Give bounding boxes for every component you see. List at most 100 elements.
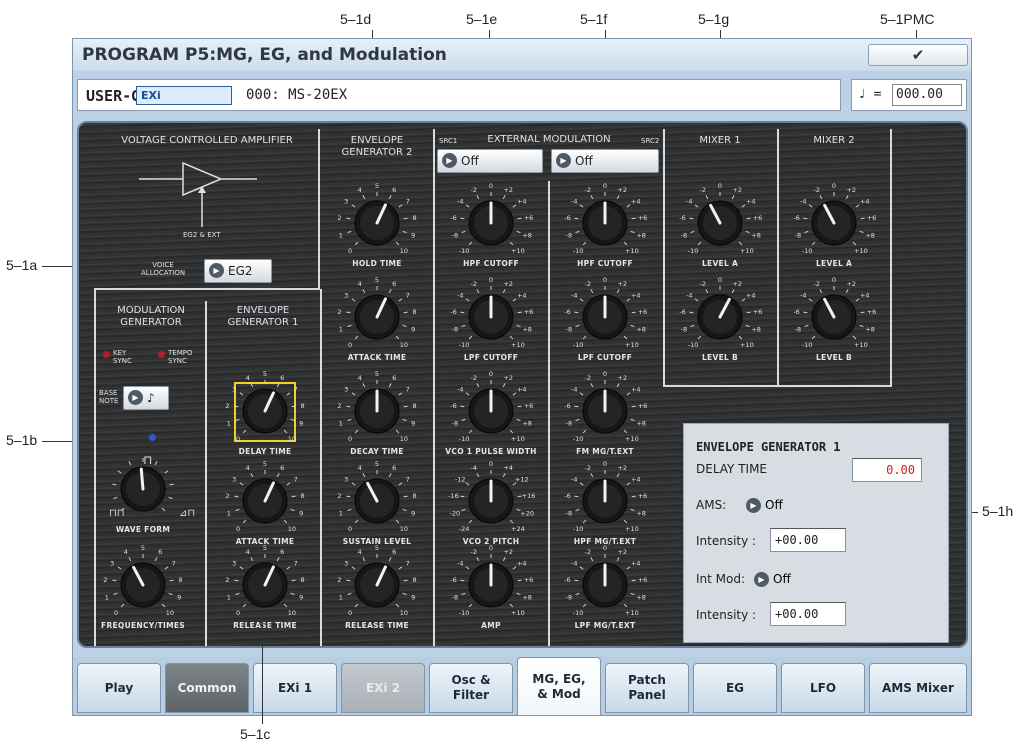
extmod-lpf-mg-label: LPF MG/T.EXT — [574, 621, 636, 630]
svg-text:-6: -6 — [564, 402, 570, 410]
svg-text:3: 3 — [110, 560, 114, 568]
eg2-attack-knob[interactable]: 012345678910 — [333, 273, 421, 361]
intmod-popup[interactable]: ▶ Off — [754, 568, 814, 590]
extmod-vco1-pw-knob[interactable]: -10-8 -6-4 -2 0 +2 +4 +6 +8 +10 — [447, 367, 535, 455]
svg-text:6: 6 — [392, 186, 396, 194]
eg2-decay-knob[interactable]: 012345678910 — [333, 367, 421, 455]
svg-text:10: 10 — [400, 247, 408, 255]
mixer1-level-a-knob[interactable]: -10-8 -6-4 -2 0 +2 +4 +6 +8 +10 — [676, 179, 764, 267]
svg-text:+4: +4 — [746, 292, 756, 300]
tab-common[interactable]: Common — [165, 663, 249, 713]
eg1-attack-knob[interactable]: 012345678910 — [221, 457, 309, 545]
svg-text:+6: +6 — [638, 308, 648, 316]
svg-text:-6: -6 — [564, 214, 570, 222]
extmod-fm-mg-knob[interactable]: -10-8 -6-4 -2 0 +2 +4 +6 +8 +10 — [561, 367, 649, 455]
svg-text:0: 0 — [832, 182, 836, 190]
tab-ams-mixer[interactable]: AMS Mixer — [869, 663, 967, 713]
callout-5-1c: 5–1c — [240, 726, 271, 742]
svg-text:10: 10 — [288, 435, 296, 443]
svg-text:+6: +6 — [753, 308, 763, 316]
svg-text:-6: -6 — [450, 576, 456, 584]
mg-title: MODULATION GENERATOR — [117, 305, 185, 328]
svg-text:+6: +6 — [867, 214, 877, 222]
extmod-vco1-pw-label: VCO 1 PULSE WIDTH — [445, 447, 537, 456]
svg-text:+4: +4 — [631, 292, 641, 300]
svg-text:0: 0 — [832, 276, 836, 284]
eg2-decay-label: DECAY TIME — [350, 447, 404, 456]
tempo-sync-led[interactable] — [158, 351, 165, 358]
tab-eg[interactable]: EG — [693, 663, 777, 713]
src2-popup[interactable]: ▶ Off — [551, 149, 659, 173]
tab-exi1[interactable]: EXi 1 — [253, 663, 337, 713]
svg-text:-2: -2 — [700, 186, 706, 194]
ams-popup[interactable]: ▶ Off — [746, 494, 806, 516]
svg-text:-8: -8 — [452, 232, 458, 240]
tab-patch-panel[interactable]: Patch Panel — [605, 663, 689, 713]
svg-text:0: 0 — [348, 609, 352, 617]
mg-waveform-knob[interactable] — [99, 445, 187, 533]
extmod-hpf-mg-knob[interactable]: -10-8 -6-4 -2 0 +2 +4 +6 +8 +10 — [561, 457, 649, 545]
svg-text:8: 8 — [300, 492, 304, 500]
program-window: PROGRAM P5:MG, EG, and Modulation ✔ USER… — [72, 38, 972, 716]
svg-text:-2: -2 — [585, 374, 591, 382]
svg-text:6: 6 — [392, 548, 396, 556]
base-note-popup[interactable]: ▶ ♪ — [123, 386, 169, 410]
extmod-hpf-cutoff-2-knob[interactable]: -10-8 -6-4 -2 0 +2 +4 +6 +8 +10 — [561, 179, 649, 267]
voice-allocation-popup[interactable]: ▶ EG2 — [204, 259, 272, 283]
svg-text:-20: -20 — [450, 510, 461, 518]
extmod-amp-knob[interactable]: -10-8 -6-4 -2 0 +2 +4 +6 +8 +10 — [447, 541, 535, 629]
mixer2-level-a-knob[interactable]: -10-8 -6-4 -2 0 +2 +4 +6 +8 +10 — [790, 179, 878, 267]
svg-text:5: 5 — [375, 182, 379, 190]
svg-text:0: 0 — [489, 276, 493, 284]
eg1-release-knob[interactable]: 012345678910 — [221, 541, 309, 629]
extmod-vco2-pitch-knob[interactable]: -24 -20 -16 -12 -4 0 +4+12 +16 +20 +24 — [447, 457, 535, 545]
mg-frequency-knob[interactable]: 012345678910 — [99, 541, 187, 629]
svg-text:8: 8 — [300, 402, 304, 410]
ams-label: AMS: — [696, 498, 727, 512]
mixer1-level-b-knob[interactable]: -10-8 -6-4 -2 0 +2 +4 +6 +8 +10 — [676, 273, 764, 361]
tab-lfo[interactable]: LFO — [781, 663, 865, 713]
svg-text:+2: +2 — [617, 186, 627, 194]
eg1-delay-knob[interactable]: 012345678910 — [221, 367, 309, 455]
svg-text:0: 0 — [718, 182, 722, 190]
tab-exi2: EXi 2 — [341, 663, 425, 713]
svg-text:9: 9 — [299, 420, 303, 428]
svg-text:2: 2 — [225, 492, 229, 500]
eg2-sustain-knob[interactable]: 012345678910 — [333, 457, 421, 545]
svg-text:0: 0 — [348, 247, 352, 255]
chevron-down-icon: ✔ — [911, 46, 925, 64]
tab-osc-filter[interactable]: Osc & Filter — [429, 663, 513, 713]
mg-frequency-label: FREQUENCY/TIMES — [101, 621, 185, 630]
svg-text:10: 10 — [288, 609, 296, 617]
svg-text:+6: +6 — [638, 214, 648, 222]
svg-text:-6: -6 — [679, 214, 685, 222]
mixer2-level-b-knob[interactable]: -10-8 -6-4 -2 0 +2 +4 +6 +8 +10 — [790, 273, 878, 361]
page-menu-button[interactable]: ✔ — [868, 44, 968, 66]
eg2-hold-knob[interactable]: 012345678910 — [333, 179, 421, 267]
svg-text:-10: -10 — [573, 247, 584, 255]
tempo-field[interactable]: 000.00 — [892, 84, 962, 106]
svg-text:-6: -6 — [679, 308, 685, 316]
tab-mg-eg-mod[interactable]: MG, EG, & Mod — [517, 657, 601, 715]
extmod-hpf-cutoff-1-knob[interactable]: -10-8 -6-4 -2 0 +2 +4 +6 +8 +10 — [447, 179, 535, 267]
intensity2-field[interactable]: +00.00 — [770, 602, 846, 626]
key-sync-led[interactable] — [103, 351, 110, 358]
svg-text:-10: -10 — [573, 341, 584, 349]
mg-waveform-label: WAVE FORM — [115, 525, 171, 534]
intensity-field[interactable]: +00.00 — [770, 528, 846, 552]
detail-param-field[interactable]: 0.00 — [852, 458, 922, 482]
eg2-release-knob[interactable]: 012345678910 — [333, 541, 421, 629]
svg-text:-12: -12 — [455, 476, 466, 484]
svg-text:-10: -10 — [573, 609, 584, 617]
svg-text:1: 1 — [339, 594, 343, 602]
src1-popup[interactable]: ▶ Off — [437, 149, 543, 173]
svg-text:-8: -8 — [566, 420, 572, 428]
extmod-lpf-mg-knob[interactable]: -10-8 -6-4 -2 0 +2 +4 +6 +8 +10 — [561, 541, 649, 629]
svg-text:+6: +6 — [638, 492, 648, 500]
tab-play[interactable]: Play — [77, 663, 161, 713]
extmod-lpf-cutoff-2-knob[interactable]: -10-8 -6-4 -2 0 +2 +4 +6 +8 +10 — [561, 273, 649, 361]
extmod-lpf-cutoff-1-knob[interactable]: -10-8 -6-4 -2 0 +2 +4 +6 +8 +10 — [447, 273, 535, 361]
program-select-bar[interactable]: USER-G EXi 000: MS-20EX — [77, 79, 841, 111]
mixer1-title: MIXER 1 — [699, 135, 741, 146]
extmod-fm-mg-label: FM MG/T.EXT — [576, 447, 634, 456]
